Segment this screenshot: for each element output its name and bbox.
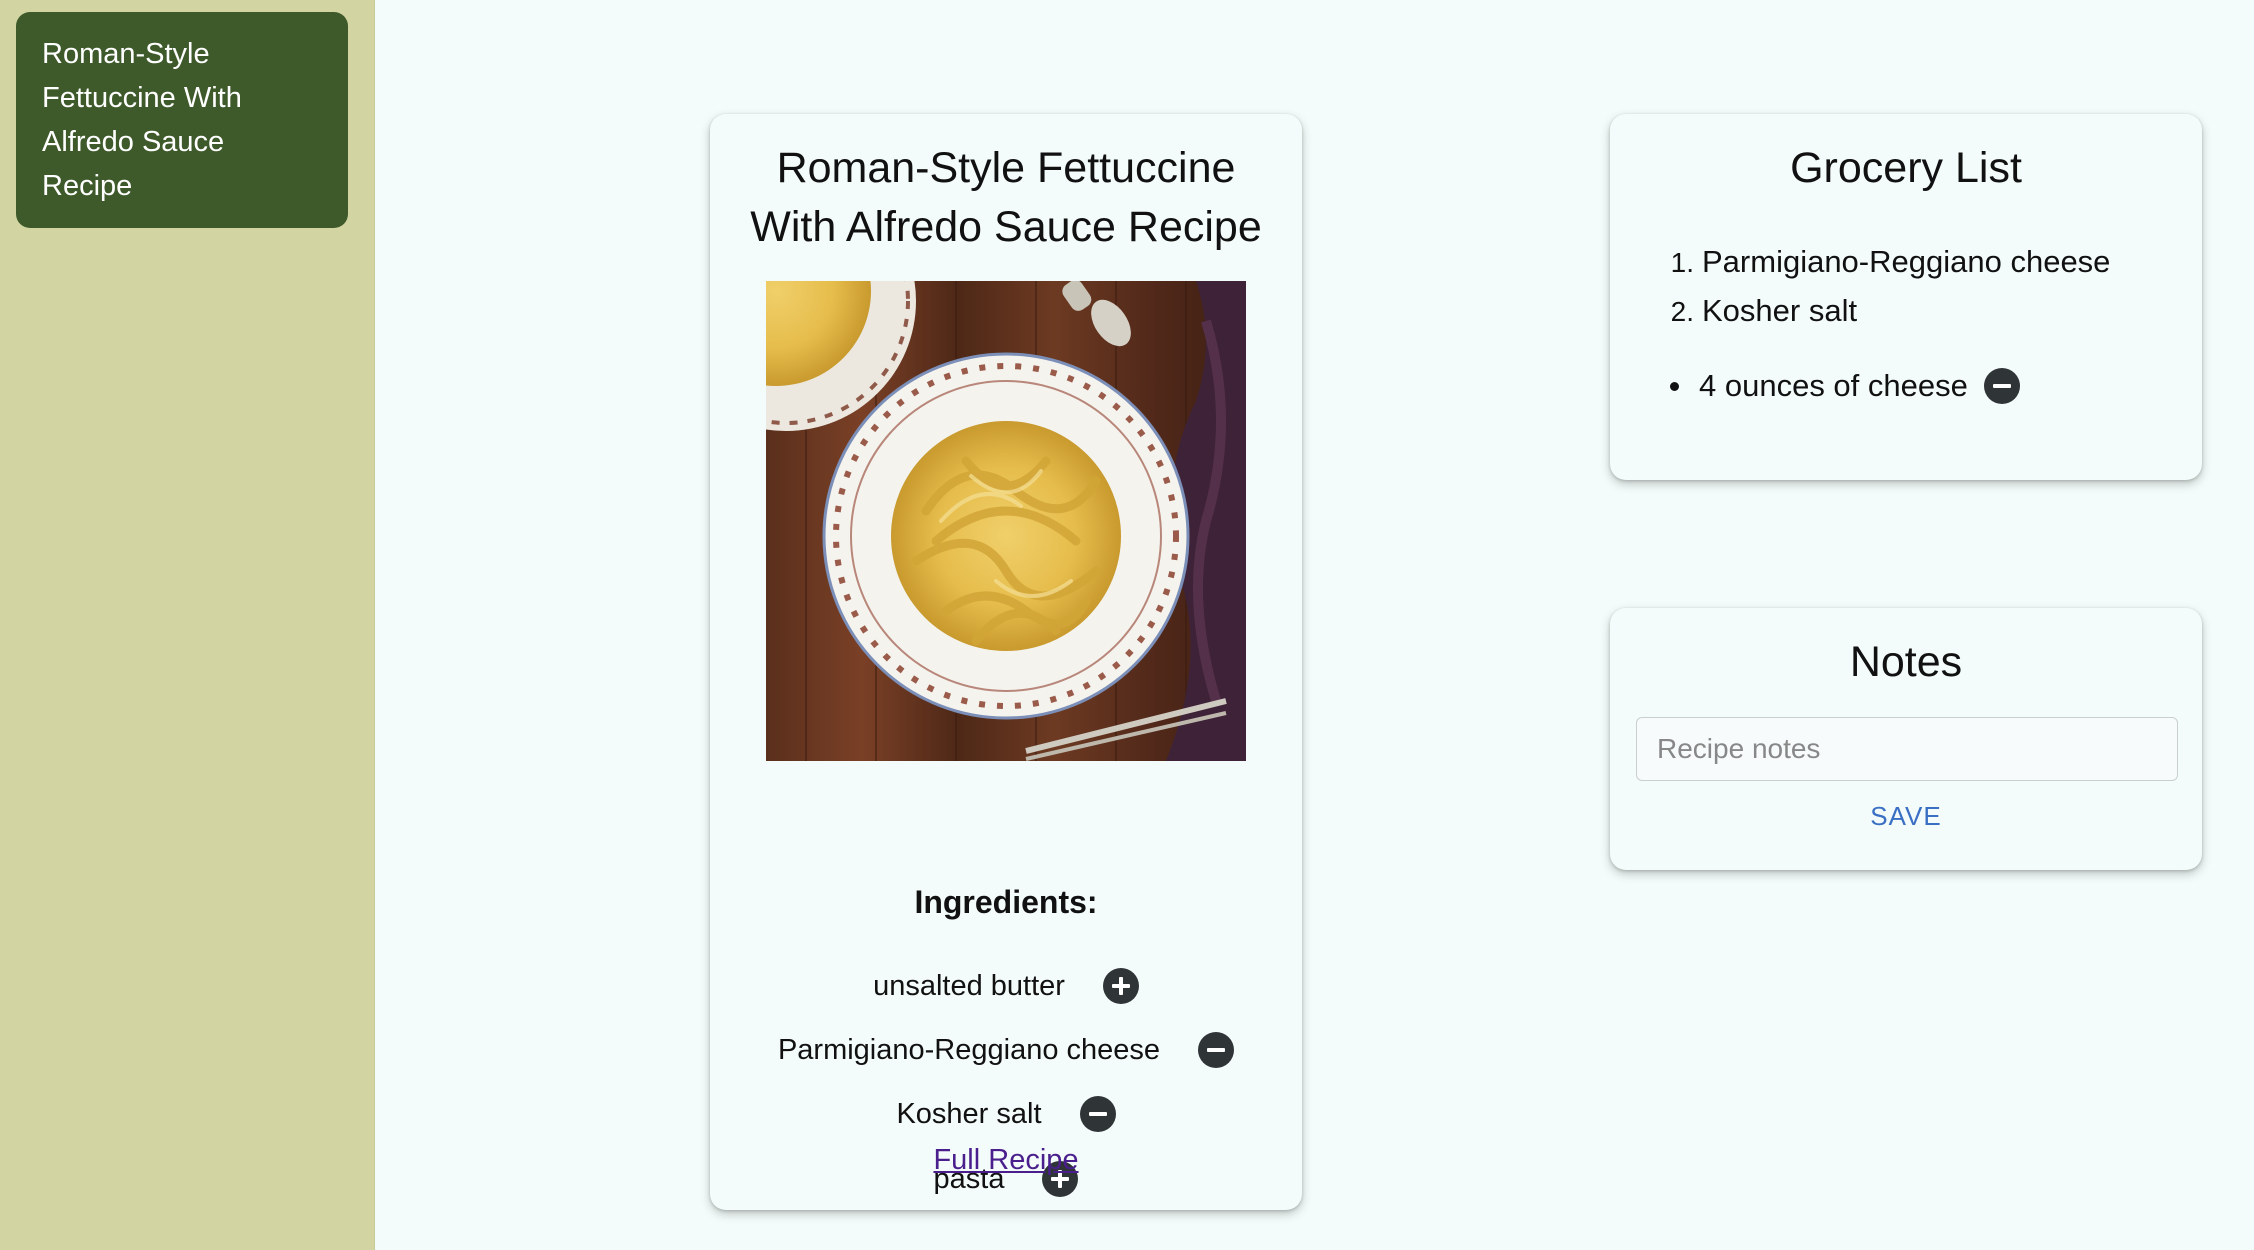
grocery-custom-list: 4 ounces of cheese: [1670, 368, 2020, 404]
recipe-notes-input[interactable]: [1636, 717, 2178, 781]
ingredient-row: unsalted butter: [710, 968, 1302, 1004]
notes-title: Notes: [1849, 638, 1963, 686]
grocery-ordered-list: 1. Parmigiano-Reggiano cheese 2. Kosher sa…: [1664, 238, 2111, 336]
full-recipe-link[interactable]: Full Recipe: [933, 1144, 1078, 1176]
recipe-image: [766, 281, 1246, 761]
full-recipe-container: Full Recipe: [710, 1144, 1302, 1177]
remove-ingredient-button[interactable]: [1198, 1032, 1235, 1068]
remove-ingredient-button[interactable]: [1079, 1096, 1116, 1132]
ingredients-heading: Ingredients:: [914, 884, 1098, 920]
grocery-item: 1. Parmigiano-Reggiano cheese: [1670, 244, 2111, 279]
notes-card: Notes SAVE: [1610, 608, 2202, 870]
grocery-custom-item: 4 ounces of cheese: [1670, 368, 2020, 404]
ingredient-label: Kosher salt: [896, 1097, 1042, 1130]
ingredient-label: unsalted butter: [873, 969, 1065, 1002]
grocery-item: 2. Kosher salt: [1670, 293, 1858, 328]
grocery-list-card: Grocery List 1. Parmigiano-Reggiano chees…: [1610, 114, 2202, 480]
sidebar-item-recipe[interactable]: Roman-Style Fettuccine With Alfredo Sauc…: [16, 12, 348, 228]
recipe-title: Roman-Style Fettuccine With Alfredo Sauc…: [750, 144, 1262, 251]
add-ingredient-button[interactable]: [1102, 968, 1139, 1004]
ingredient-label: Parmigiano-Reggiano cheese: [777, 1033, 1161, 1066]
save-notes-button[interactable]: SAVE: [1610, 800, 2202, 833]
sidebar: Roman-Style Fettuccine With Alfredo Sauc…: [0, 0, 375, 1250]
bullet-icon: [1670, 381, 1679, 391]
ingredient-row: Kosher salt: [710, 1096, 1302, 1132]
recipe-card: Roman-Style Fettuccine With Alfredo Sauc…: [710, 114, 1302, 1210]
grocery-custom-item-label: 4 ounces of cheese: [1699, 368, 1968, 403]
ingredient-row: Parmigiano-Reggiano cheese: [710, 1032, 1302, 1068]
remove-grocery-item-button[interactable]: [1983, 368, 2020, 404]
grocery-list-title: Grocery List: [1790, 144, 2022, 192]
